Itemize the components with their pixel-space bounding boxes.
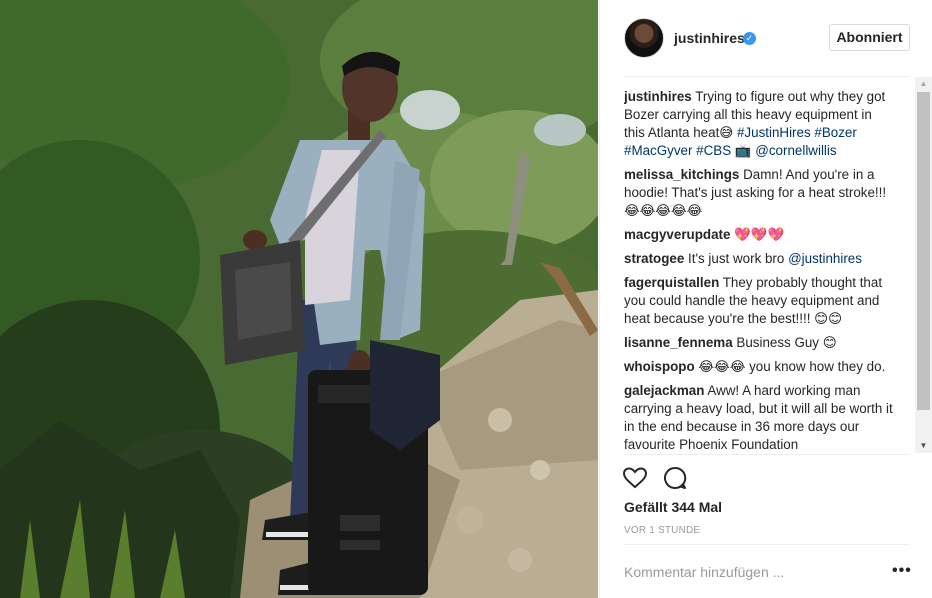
scroll-up-arrow-icon[interactable]: ▲ — [915, 77, 932, 91]
comment-mention-link[interactable]: @justinhires — [788, 251, 862, 266]
comment: fagerquistallen They probably thought th… — [624, 274, 896, 328]
comment-text: It's just work bro — [688, 251, 789, 266]
comment-text: 💖💖💖 — [734, 227, 785, 242]
post-timestamp: VOR 1 STUNDE — [624, 525, 701, 536]
comment-username[interactable]: whoispopo — [624, 359, 695, 374]
divider — [624, 454, 910, 455]
comment: lisanne_fennema Business Guy 😊 — [624, 334, 896, 352]
comment-username[interactable]: macgyverupdate — [624, 227, 730, 242]
add-comment-input[interactable] — [624, 561, 874, 583]
post-author-username[interactable]: justinhires — [674, 30, 745, 46]
comment: galejackman Aww! A hard working man carr… — [624, 382, 896, 454]
comment-username[interactable]: stratogee — [624, 251, 684, 266]
photo-illustration — [0, 0, 598, 598]
scrollbar-thumb[interactable] — [917, 92, 930, 410]
comment: whoispopo 😂😂😂 you know how they do. — [624, 358, 896, 376]
comments-scrollbar[interactable]: ▲ ▼ — [915, 77, 932, 453]
avatar[interactable] — [624, 18, 664, 58]
scroll-down-arrow-icon[interactable]: ▼ — [915, 439, 932, 453]
like-count[interactable]: Gefällt 344 Mal — [624, 499, 722, 515]
comment-username[interactable]: lisanne_fennema — [624, 335, 733, 350]
post-header: justinhires ✓ Abonniert — [600, 0, 932, 76]
instagram-post-view: justinhires ✓ Abonniert justinhires Tryi… — [0, 0, 932, 598]
comment-list[interactable]: justinhires Trying to figure out why the… — [624, 88, 896, 454]
comment-username[interactable]: fagerquistallen — [624, 275, 719, 290]
comment: macgyverupdate 💖💖💖 — [624, 226, 896, 244]
follow-button[interactable]: Abonniert — [829, 24, 910, 51]
comment-bubble-icon[interactable] — [662, 465, 688, 491]
comment: justinhires Trying to figure out why the… — [624, 88, 896, 160]
heart-icon[interactable] — [622, 465, 648, 491]
comment: stratogee It's just work bro @justinhire… — [624, 250, 896, 268]
comment-username[interactable]: melissa_kitchings — [624, 167, 739, 182]
comment-username[interactable]: galejackman — [624, 383, 704, 398]
comment-text: Business Guy 😊 — [736, 335, 837, 350]
comment-username[interactable]: justinhires — [624, 89, 692, 104]
comment: melissa_kitchings Damn! And you're in a … — [624, 166, 896, 220]
post-photo[interactable] — [0, 0, 598, 598]
verified-badge-icon: ✓ — [743, 32, 756, 45]
divider — [624, 544, 910, 545]
post-sidebar: justinhires ✓ Abonniert justinhires Tryi… — [599, 0, 932, 598]
divider — [624, 76, 910, 77]
comment-text: 😂😂😂 you know how they do. — [698, 359, 886, 374]
more-options-button[interactable]: ••• — [892, 562, 912, 580]
